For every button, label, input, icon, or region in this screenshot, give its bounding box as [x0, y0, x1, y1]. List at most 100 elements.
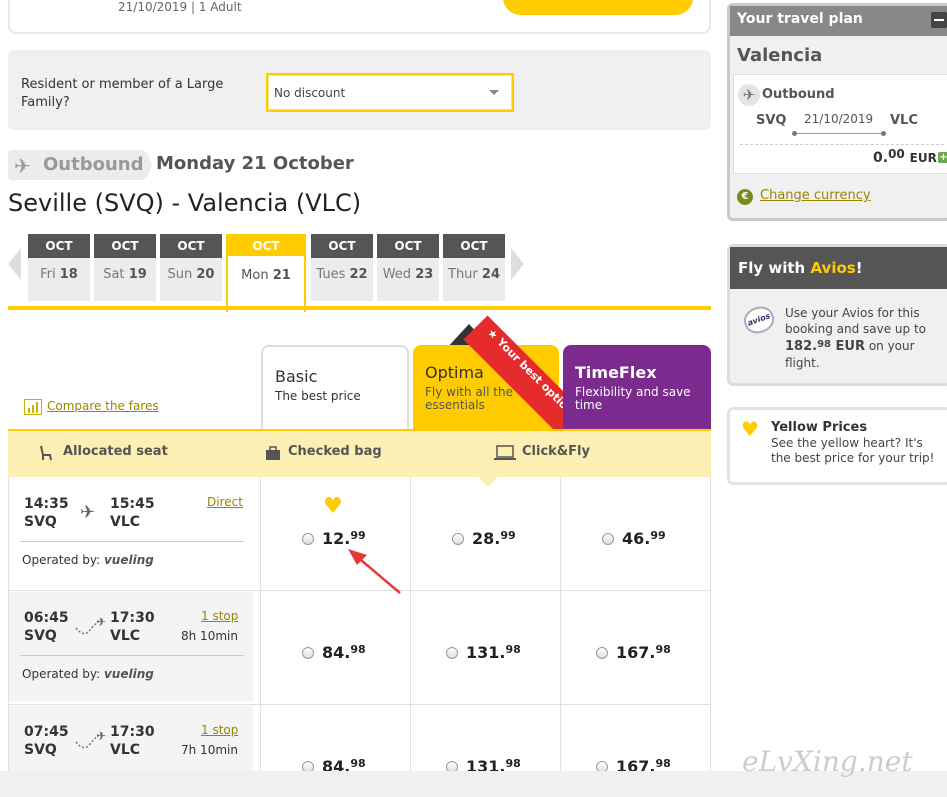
price-timeflex: 167.98	[616, 643, 671, 662]
expand-plus-icon[interactable]: +	[938, 152, 947, 163]
connecting-flight-icon: ✈	[75, 615, 106, 635]
travel-plan-city: Valencia	[737, 45, 823, 66]
price-optima: 28.99	[472, 529, 516, 548]
feature-bag: Checked bag	[288, 444, 382, 459]
direct-link[interactable]: Direct	[207, 495, 243, 509]
price-radio[interactable]	[302, 647, 314, 659]
day-number: 20	[196, 267, 215, 282]
flight-separator	[20, 655, 244, 656]
chevron-down-icon	[489, 90, 499, 95]
discount-label: Resident or member of a Large Family?	[21, 77, 224, 110]
price-timeflex: 46.99	[622, 529, 666, 548]
compare-fares-link[interactable]: Compare the fares	[47, 399, 159, 413]
carrier-logo: vueling	[103, 553, 154, 567]
price-optima: 131.98	[466, 643, 521, 662]
day-sun-20[interactable]: OCT Sun 20	[160, 234, 222, 301]
day-thur-24[interactable]: OCT Thur 24	[443, 234, 505, 301]
seat-icon	[40, 445, 52, 461]
dep-time: 07:45	[24, 724, 69, 740]
travel-plan-to: VLC	[890, 113, 918, 128]
price-basic: 84.98	[322, 643, 366, 662]
prev-days-arrow-icon[interactable]	[8, 248, 21, 280]
dep-airport: SVQ	[24, 742, 57, 758]
day-number: 22	[349, 267, 368, 282]
day-month: OCT	[94, 234, 156, 258]
fare-basic-header: Basic The best price	[261, 345, 409, 429]
day-number: 19	[128, 267, 147, 282]
day-weekday: Sat	[103, 267, 125, 282]
day-weekday: Tues	[316, 267, 346, 282]
search-summary: 21/10/2019 | 1 Adult	[118, 0, 242, 14]
outbound-label: Outbound	[43, 154, 144, 175]
dep-airport: SVQ	[24, 628, 57, 644]
carrier-logo: vueling	[103, 667, 154, 681]
day-wed-23[interactable]: OCT Wed 23	[377, 234, 439, 301]
collapse-icon[interactable]	[931, 12, 947, 28]
day-mon-21-selected[interactable]: OCT Mon 21	[226, 234, 306, 312]
svg-text:✈: ✈	[96, 615, 106, 629]
arr-time: 15:45	[110, 496, 155, 512]
day-weekday: Fri	[40, 267, 56, 282]
avios-title: Fly with Avios!	[738, 259, 863, 277]
watermark: eLvXing.net	[742, 745, 913, 778]
arr-airport: VLC	[110, 742, 141, 758]
stops-link[interactable]: 1 stop	[201, 723, 238, 737]
day-month: OCT	[228, 236, 304, 256]
laptop-icon	[494, 445, 516, 460]
fare-timeflex-name: TimeFlex	[575, 363, 657, 382]
col-divider	[560, 477, 561, 777]
bar-chart-icon	[24, 399, 42, 415]
day-sat-19[interactable]: OCT Sat 19	[94, 234, 156, 301]
price-radio[interactable]	[602, 533, 614, 545]
price-radio[interactable]	[596, 647, 608, 659]
flight-separator	[20, 541, 244, 542]
date-strip-underline	[8, 306, 711, 310]
day-weekday: Wed	[382, 267, 412, 282]
arr-airport: VLC	[110, 628, 141, 644]
route-dot	[881, 131, 886, 136]
day-month: OCT	[311, 234, 373, 258]
day-month: OCT	[28, 234, 90, 258]
change-currency-link[interactable]: Change currency	[760, 188, 871, 203]
day-tues-22[interactable]: OCT Tues 22	[311, 234, 373, 301]
arr-airport: VLC	[110, 514, 141, 530]
dep-airport: SVQ	[24, 514, 57, 530]
dep-time: 06:45	[24, 610, 69, 626]
day-month: OCT	[443, 234, 505, 258]
arr-time: 17:30	[110, 610, 155, 626]
day-month: OCT	[160, 234, 222, 258]
flight-duration: 7h 10min	[181, 743, 238, 757]
price-radio[interactable]	[302, 533, 314, 545]
discount-select[interactable]: No discount	[266, 73, 514, 112]
annotation-arrow-icon	[348, 549, 401, 594]
fare-timeflex-sub: Flexibility and save time	[575, 385, 691, 412]
travel-plan-from: SVQ	[756, 113, 787, 128]
flight-duration: 8h 10min	[181, 629, 238, 643]
day-number: 24	[481, 267, 500, 282]
col-divider	[410, 477, 411, 777]
route-dot	[792, 131, 797, 136]
day-fri-18[interactable]: OCT Fri 18	[28, 234, 90, 301]
price-radio[interactable]	[446, 647, 458, 659]
yellow-prices-text: See the yellow heart? It's the best pric…	[771, 436, 935, 465]
connecting-flight-icon: ✈	[75, 729, 106, 749]
day-month: OCT	[377, 234, 439, 258]
search-button[interactable]	[503, 0, 693, 15]
dashed-divider	[740, 144, 944, 145]
operated-label: Operated by:	[22, 667, 101, 681]
stops-link[interactable]: 1 stop	[201, 609, 238, 623]
day-weekday: Thur	[448, 267, 478, 282]
dep-time: 14:35	[24, 496, 69, 512]
travel-plan-title: Your travel plan	[737, 11, 863, 27]
fare-optima-sub: Fly with all the essentials	[425, 385, 513, 412]
avios-text: Use your Avios for this booking and save…	[785, 306, 926, 370]
day-number: 18	[59, 267, 78, 282]
outbound-tab-arrow	[146, 150, 152, 180]
route-line	[794, 133, 884, 134]
next-days-arrow-icon[interactable]	[511, 248, 524, 280]
operated-by: Operated by: vueling	[22, 667, 154, 681]
heart-icon: ♥	[323, 494, 343, 519]
flight-date: Monday 21 October	[156, 153, 354, 174]
travel-plan-leg: Outbound	[762, 87, 835, 102]
price-radio[interactable]	[452, 533, 464, 545]
